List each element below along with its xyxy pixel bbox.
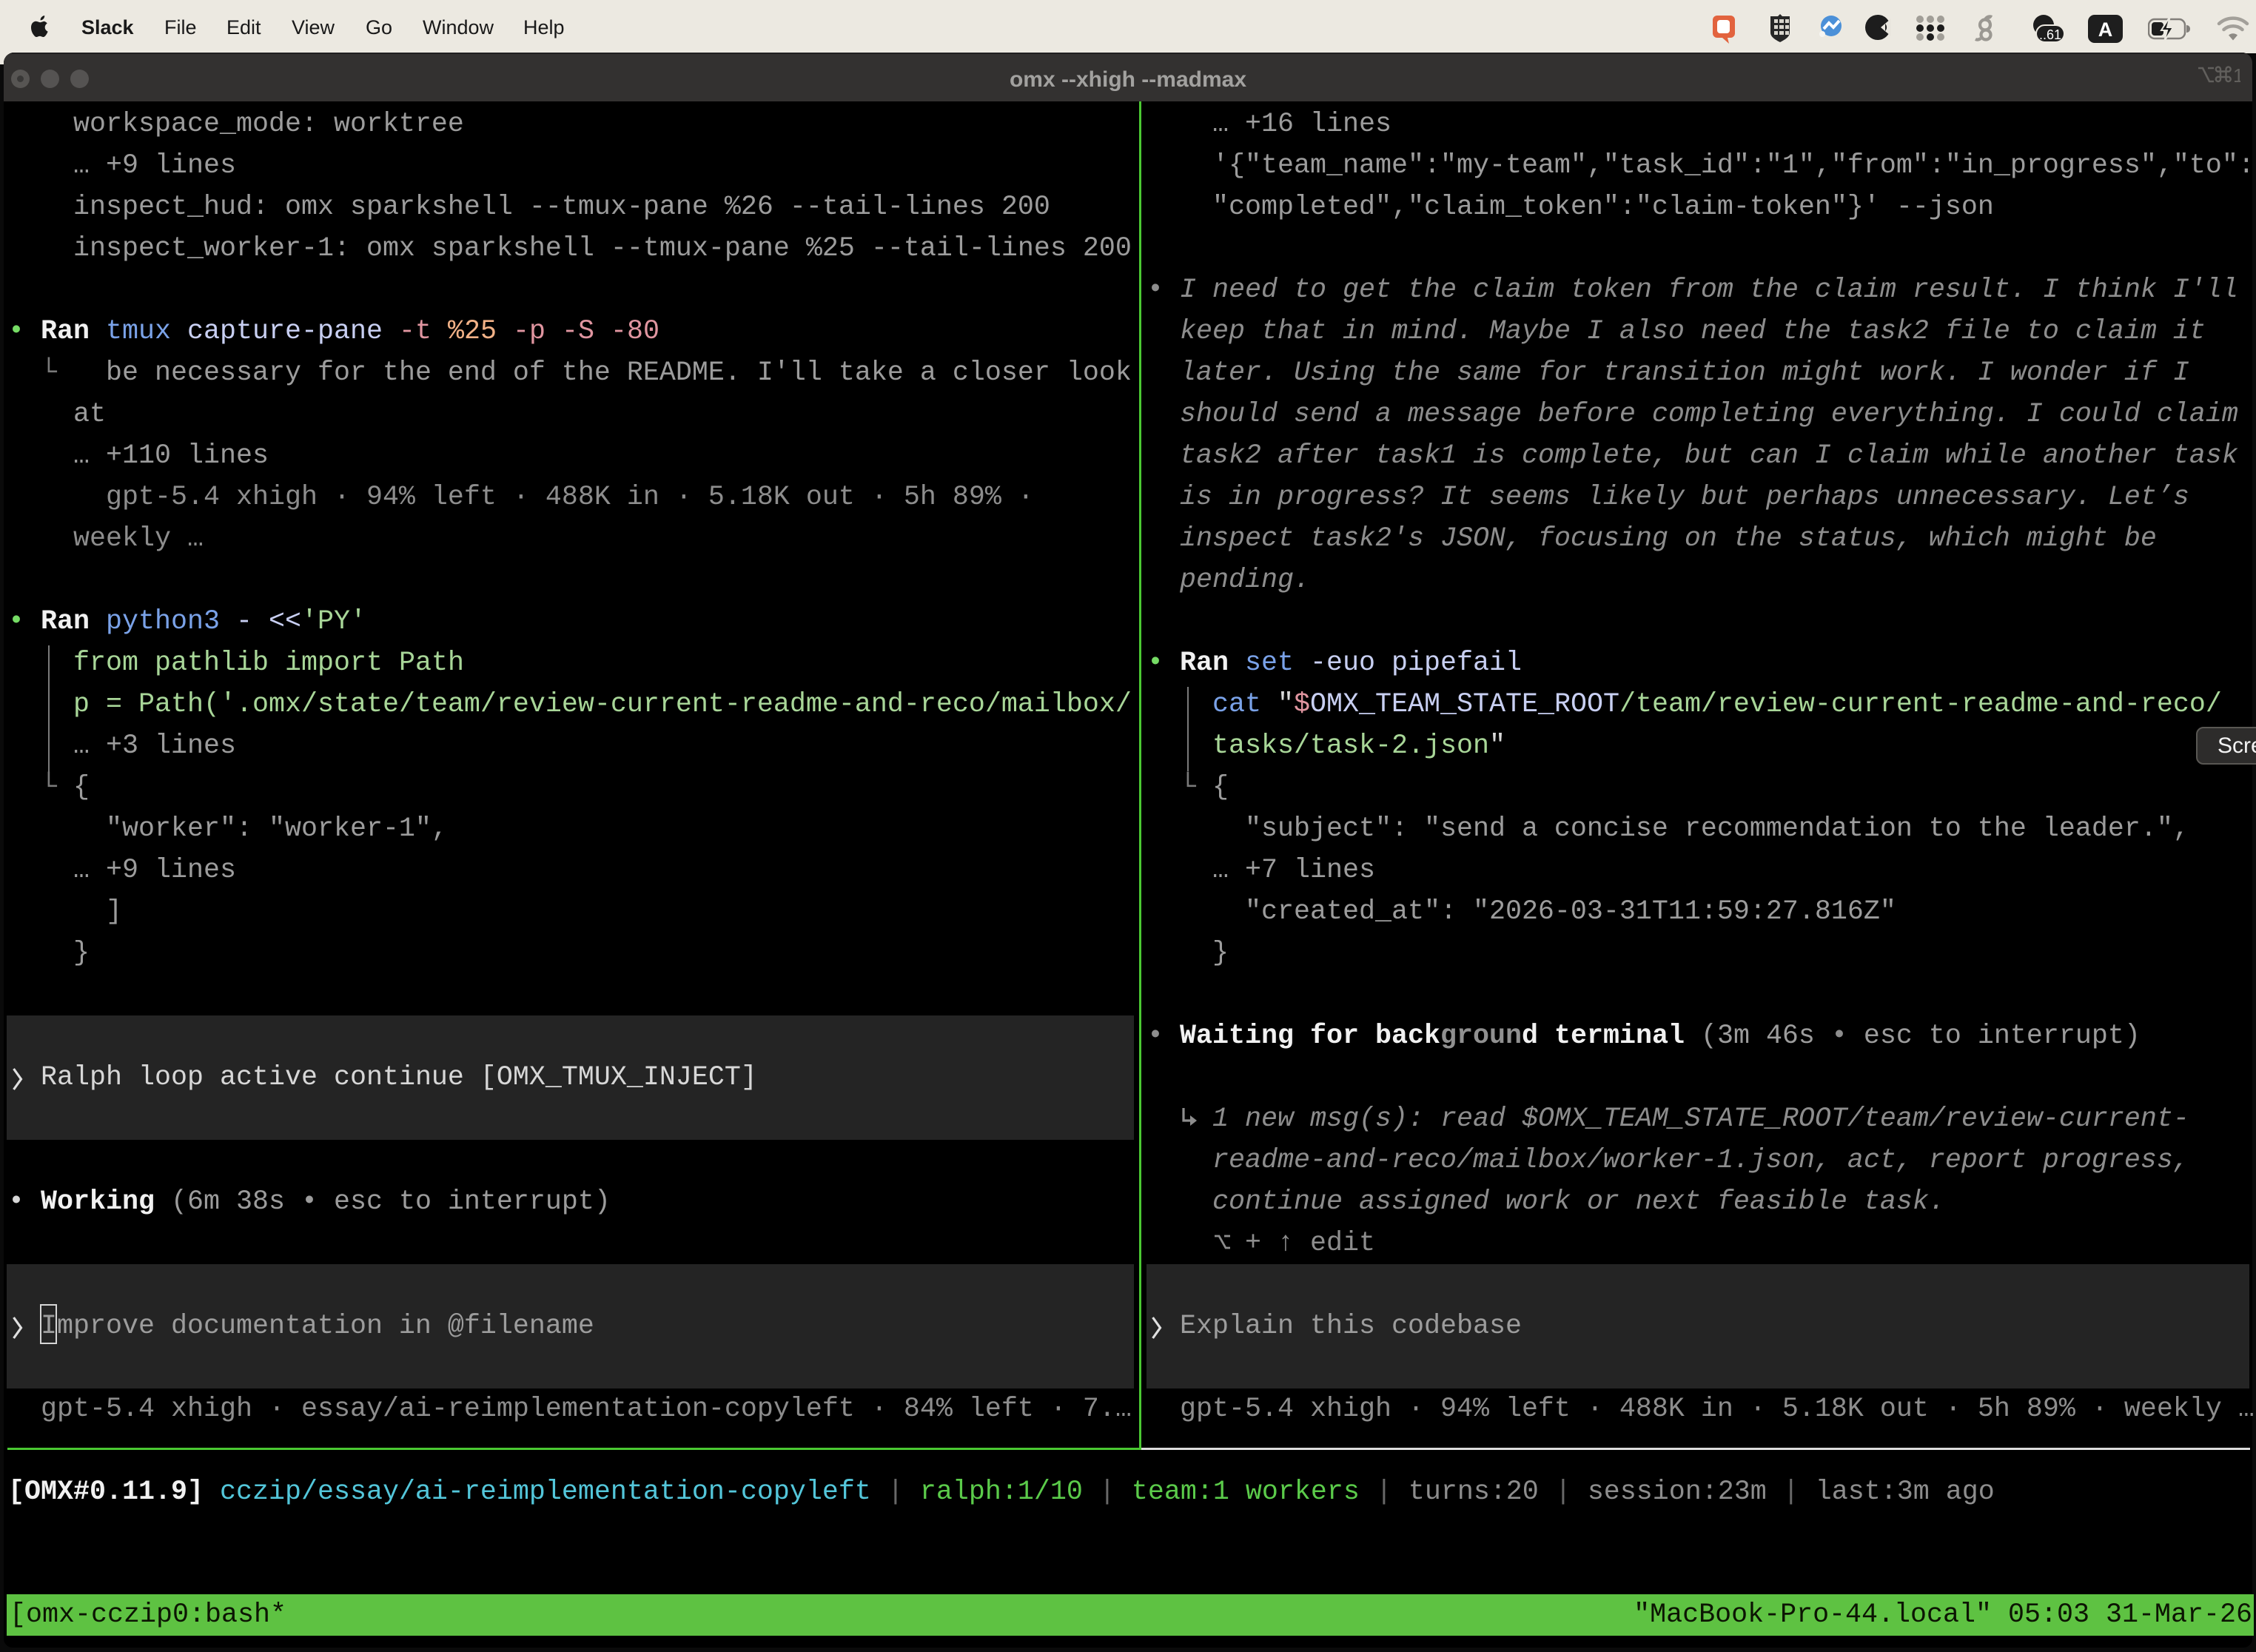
svg-text:..61: ..61 bbox=[2039, 27, 2061, 42]
svg-text:A: A bbox=[2098, 19, 2113, 41]
svg-text:1: 1 bbox=[2233, 65, 2240, 87]
